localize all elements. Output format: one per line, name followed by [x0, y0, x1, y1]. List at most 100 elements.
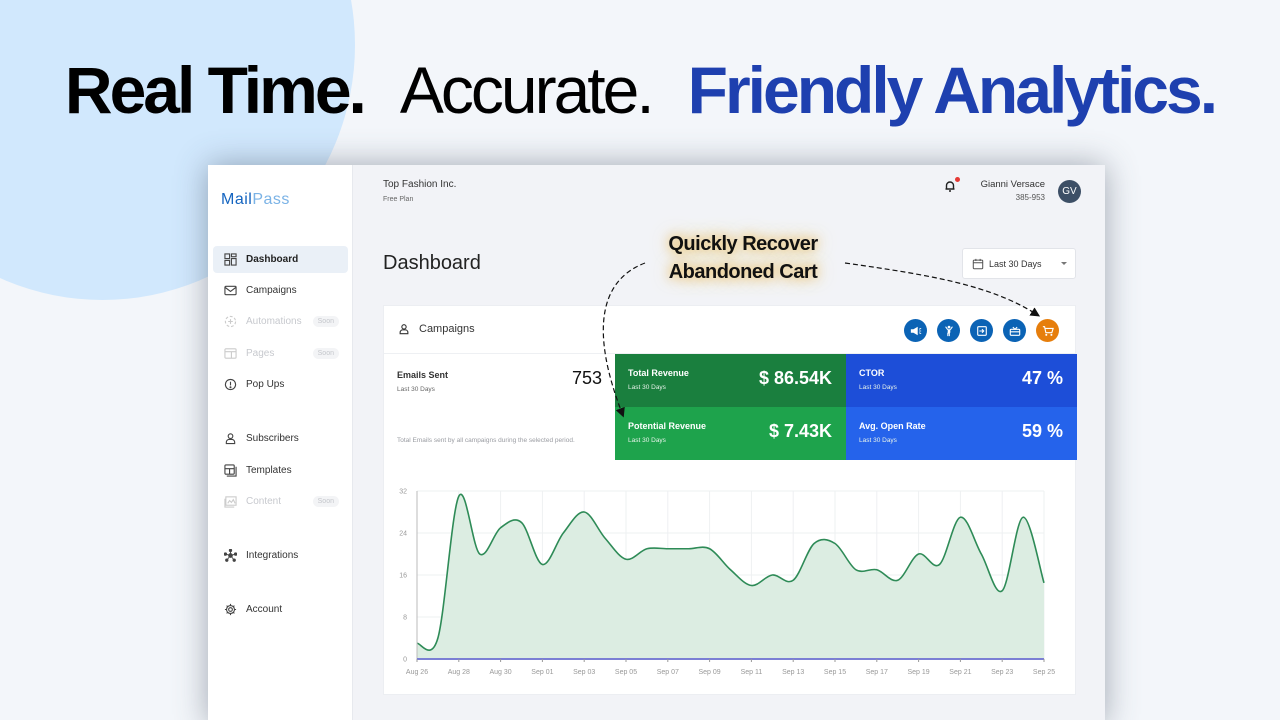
sidebar-item-label: Integrations [246, 550, 299, 561]
campaigns-card: Campaigns Emails Sent Last 30 Days 753 T… [383, 305, 1077, 696]
soon-badge: Soon [312, 348, 339, 359]
sidebar-item-pages[interactable]: Pages Soon [213, 340, 348, 367]
x-tick-label: Sep 17 [866, 669, 888, 676]
sidebar-item-label: Pages [246, 348, 275, 359]
tile-label: CTOR [859, 368, 885, 378]
sign-in-icon [976, 325, 987, 336]
tile-sub: Last 30 Days [859, 384, 897, 391]
x-tick-label: Aug 28 [448, 669, 470, 676]
notification-dot [955, 177, 960, 182]
alert-circle-icon [223, 378, 237, 392]
y-tick-label: 24 [399, 531, 407, 538]
tile-value: 47 % [1021, 368, 1063, 388]
user-id: 385-953 [1015, 193, 1045, 202]
sidebar-item-label: Automations [246, 316, 302, 327]
emails-sent-label: Emails Sent [397, 370, 449, 380]
emails-sent-sub: Last 30 Days [397, 386, 435, 393]
tile-value: $ 7.43K [768, 421, 832, 441]
x-tick-label: Sep 19 [908, 669, 930, 676]
sidebar-item-label: Pop Ups [246, 379, 285, 390]
tile-value: 59 % [1021, 421, 1063, 441]
x-ticks: Aug 26 Aug 28 Aug 30 Sep 01 Sep 03 Sep 05 Sep … [406, 659, 1055, 676]
x-tick-label: Sep 25 [1033, 669, 1055, 676]
sidebar-item-automations[interactable]: Automations Soon [213, 308, 348, 335]
sidebar-item-campaigns[interactable]: Campaigns [213, 277, 348, 304]
sidebar-item-templates[interactable]: Templates [213, 457, 348, 484]
user-name: Gianni Versace [980, 179, 1045, 190]
open-rate-tile: Avg. Open Rate Last 30 Days 59 % [846, 407, 1077, 460]
megaphone-icon [910, 326, 921, 335]
sidebar-item-label: Dashboard [246, 254, 299, 265]
sidebar-item-subscribers[interactable]: Subscribers [213, 425, 348, 452]
sidebar-item-integrations[interactable]: Integrations [213, 542, 348, 569]
gift-button[interactable] [1003, 319, 1026, 342]
emails-sent-value: 753 [571, 368, 602, 388]
template-icon [223, 464, 237, 478]
grid-icon [223, 253, 237, 267]
tile-label: Total Revenue [628, 368, 689, 378]
page-layout-icon [223, 347, 237, 361]
abandoned-cart-button[interactable] [1036, 319, 1059, 342]
envelope-icon [223, 284, 237, 298]
chart-svg: 0 8 16 24 32 Aug 26 Aug 28 Aug 30 Sep 01 Sep 03 S… [399, 489, 1055, 677]
date-range-select[interactable]: Last 30 Days [962, 248, 1076, 279]
emails-sent-description: Total Emails sent by all campaigns durin… [397, 437, 575, 444]
sidebar-item-account[interactable]: Account [213, 596, 348, 623]
x-tick-label: Aug 26 [406, 669, 428, 676]
tile-label: Avg. Open Rate [859, 421, 926, 431]
sidebar-item-pop-ups[interactable]: Pop Ups [213, 371, 348, 398]
y-tick-label: 32 [399, 489, 407, 496]
network-icon [223, 549, 237, 563]
y-ticks: 0 8 16 24 32 [399, 489, 407, 664]
headline-friendly-analytics: Friendly Analytics. [687, 53, 1218, 127]
tile-sub: Last 30 Days [628, 437, 666, 444]
logo[interactable]: MailPass [221, 191, 290, 209]
chevron-down-icon [1061, 262, 1067, 265]
x-tick-label: Sep 11 [741, 669, 763, 676]
calendar-icon [972, 258, 984, 269]
sidebar-item-label: Templates [246, 465, 292, 476]
sidebar-item-dashboard[interactable]: Dashboard [213, 246, 348, 273]
avatar[interactable]: GV [1058, 180, 1081, 203]
soon-badge: Soon [312, 316, 339, 327]
emails-sent-stat: Emails Sent Last 30 Days 753 Total Email… [384, 354, 615, 461]
headline-real-time: Real Time. [64, 53, 367, 127]
sidebar-item-label: Subscribers [246, 433, 299, 444]
tile-label: Potential Revenue [628, 421, 707, 431]
callout-line-1: Quickly Recover [668, 233, 818, 255]
x-tick-label: Aug 30 [490, 669, 512, 676]
chart-area [417, 494, 1044, 659]
user-icon [399, 324, 409, 335]
date-range-value: Last 30 Days [989, 258, 1042, 269]
x-tick-label: Sep 13 [782, 669, 804, 676]
x-tick-label: Sep 15 [824, 669, 846, 676]
y-tick-label: 16 [399, 573, 407, 580]
sidebar-item-label: Campaigns [246, 285, 297, 296]
welcome-button[interactable] [937, 319, 960, 342]
user-icon [223, 432, 237, 446]
emails-chart: 0 8 16 24 32 Aug 26 Aug 28 Aug 30 Sep 01 Sep 03 S… [384, 476, 1077, 696]
headline: Real Time. Accurate. Friendly Analytics. [0, 52, 1280, 128]
page-title: Dashboard [383, 252, 481, 274]
x-tick-label: Sep 01 [531, 669, 553, 676]
x-tick-label: Sep 05 [615, 669, 637, 676]
callout-text: Quickly Recover Abandoned Cart [648, 230, 838, 286]
tile-sub: Last 30 Days [859, 437, 897, 444]
person-wave-icon [944, 325, 953, 336]
x-tick-label: Sep 09 [699, 669, 721, 676]
x-tick-label: Sep 07 [657, 669, 679, 676]
sidebar-item-content[interactable]: Content Soon [213, 488, 348, 515]
sidebar-item-label: Content [246, 496, 282, 507]
gear-icon [223, 603, 237, 617]
image-icon [223, 495, 237, 509]
total-revenue-tile: Total Revenue Last 30 Days $ 86.54K [615, 354, 846, 407]
potential-revenue-tile: Potential Revenue Last 30 Days $ 7.43K [615, 407, 846, 460]
sign-in-button[interactable] [970, 319, 993, 342]
ctor-tile: CTOR Last 30 Days 47 % [846, 354, 1077, 407]
logo-mail: Mail [221, 191, 253, 208]
sidebar: MailPass Dashboard Campaigns Automations… [208, 165, 353, 720]
automation-icon [223, 315, 237, 329]
callout-line-2: Abandoned Cart [668, 261, 818, 283]
headline-accurate: Accurate. [399, 53, 655, 127]
megaphone-button[interactable] [904, 319, 927, 342]
